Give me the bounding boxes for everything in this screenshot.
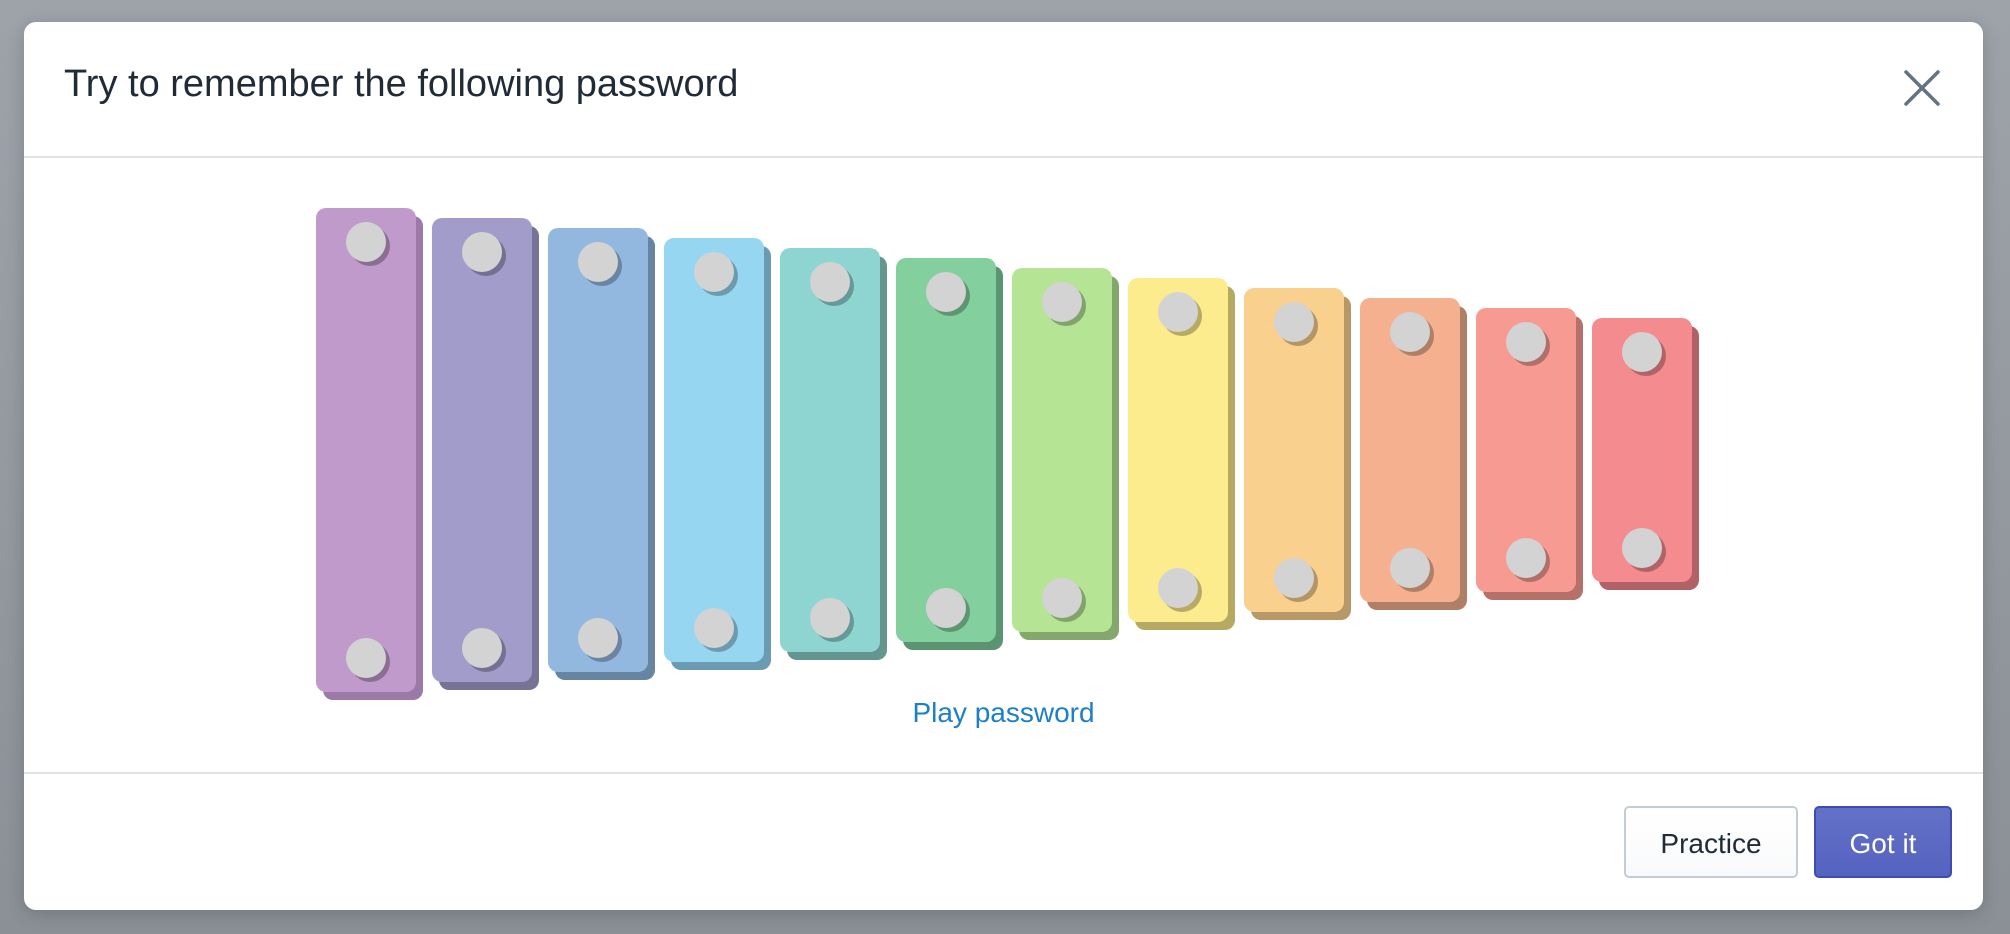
bottom-peg <box>810 598 850 638</box>
dialog-footer: Practice Got it <box>24 772 1983 910</box>
top-peg <box>578 242 618 282</box>
xylophone-bar-12[interactable] <box>1592 318 1699 590</box>
bottom-peg <box>926 588 966 628</box>
top-peg <box>1622 332 1662 372</box>
got-it-button[interactable]: Got it <box>1814 806 1952 878</box>
xylophone-bar-6[interactable] <box>896 258 1003 650</box>
bar-face <box>780 248 880 652</box>
top-peg <box>926 272 966 312</box>
xylophone-bar-5[interactable] <box>780 248 887 660</box>
bottom-peg <box>1274 558 1314 598</box>
xylophone-bar-11[interactable] <box>1476 308 1583 600</box>
bar-face <box>548 228 648 672</box>
bar-face <box>432 218 532 682</box>
top-peg <box>462 232 502 272</box>
top-peg <box>1390 312 1430 352</box>
top-peg <box>1506 322 1546 362</box>
bar-face <box>316 208 416 692</box>
top-peg <box>694 252 734 292</box>
bar-face <box>664 238 764 662</box>
xylophone-bar-9[interactable] <box>1244 288 1351 620</box>
bottom-peg <box>1622 528 1662 568</box>
bottom-peg <box>1390 548 1430 588</box>
bottom-peg <box>1506 538 1546 578</box>
xylophone-bar-4[interactable] <box>664 238 771 670</box>
bottom-peg <box>1158 568 1198 608</box>
xylophone-bar-7[interactable] <box>1012 268 1119 640</box>
practice-button[interactable]: Practice <box>1624 806 1798 878</box>
top-peg <box>1042 282 1082 322</box>
xylophone-bar-2[interactable] <box>432 218 539 690</box>
bottom-peg <box>578 618 618 658</box>
bottom-peg <box>1042 578 1082 618</box>
bottom-peg <box>346 638 386 678</box>
xylophone-bar-8[interactable] <box>1128 278 1235 630</box>
play-password-link[interactable]: Play password <box>912 697 1094 728</box>
top-peg <box>1274 302 1314 342</box>
bottom-peg <box>694 608 734 648</box>
bar-face <box>896 258 996 642</box>
xylophone-bar-10[interactable] <box>1360 298 1467 610</box>
bottom-peg <box>462 628 502 668</box>
top-peg <box>1158 292 1198 332</box>
top-peg <box>810 262 850 302</box>
top-peg <box>346 222 386 262</box>
password-dialog: Try to remember the following password P… <box>24 22 1983 910</box>
xylophone-bar-3[interactable] <box>548 228 655 680</box>
xylophone-bar-1[interactable] <box>316 208 423 700</box>
